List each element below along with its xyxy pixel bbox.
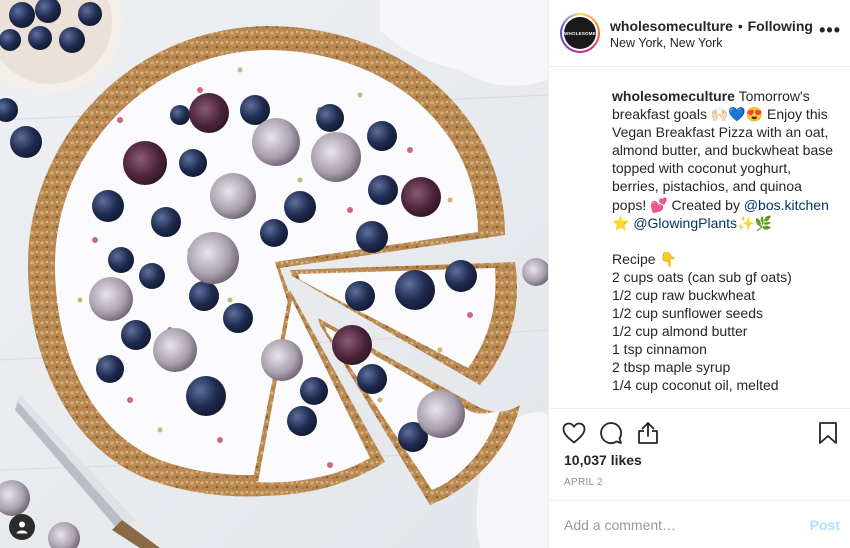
caption: wholesomeculture Tomorrow's breakfast go… xyxy=(612,87,840,395)
share-icon xyxy=(638,422,658,444)
bookmark-icon xyxy=(819,422,837,444)
more-options-button[interactable]: ••• xyxy=(819,21,841,39)
caption-text-2: ⭐ xyxy=(612,214,634,231)
caption-text: Tomorrow's breakfast goals 🙌🏻💙😍 Enjoy th… xyxy=(612,88,834,213)
recipe-line: 1/2 cup raw buckwheat xyxy=(612,286,756,303)
recipe-line: 1/2 cup almond butter xyxy=(612,323,748,340)
recipe-line: 2 cups oats (can sub gf oats) xyxy=(612,268,792,285)
caption-username[interactable]: wholesomeculture xyxy=(612,88,735,104)
recipe-line: 1 tsp cinnamon xyxy=(612,341,707,358)
post-comment-button[interactable]: Post xyxy=(810,517,840,533)
like-count[interactable]: 10,037 likes xyxy=(564,452,642,468)
person-icon xyxy=(16,521,28,534)
more-horizontal-icon: ••• xyxy=(819,20,841,40)
username-link[interactable]: wholesomeculture xyxy=(610,18,733,34)
post-header: WHOLESOME wholesomeculture • Following N… xyxy=(549,0,850,67)
user-tag-button[interactable] xyxy=(9,514,35,540)
comment-bubble-icon xyxy=(600,422,622,444)
save-button[interactable] xyxy=(815,420,841,446)
comment-input[interactable] xyxy=(564,515,784,535)
avatar-logo: WHOLESOME xyxy=(564,17,596,49)
mention-glowing-plants[interactable]: @GlowingPlants xyxy=(633,215,737,231)
post-side-panel: WHOLESOME wholesomeculture • Following N… xyxy=(548,0,850,548)
following-button[interactable]: Following xyxy=(748,18,813,34)
post-actions: 10,037 likes APRIL 2 Post xyxy=(549,408,850,548)
mention-bos-kitchen[interactable]: @bos.kitchen xyxy=(744,197,829,213)
like-button[interactable] xyxy=(561,420,587,446)
avatar[interactable]: WHOLESOME xyxy=(560,13,600,53)
comment-form: Post xyxy=(549,500,850,548)
comment-button[interactable] xyxy=(598,420,624,446)
post-date[interactable]: APRIL 2 xyxy=(564,477,603,488)
recipe-line: 1/4 cup coconut oil, melted xyxy=(612,377,779,394)
breakfast-pizza-image xyxy=(0,0,548,548)
recipe-title: Recipe 👇 xyxy=(612,250,677,267)
post-photo[interactable] xyxy=(0,0,548,548)
recipe-line: 2 tbsp maple syrup xyxy=(612,359,731,376)
heart-icon xyxy=(562,422,586,444)
recipe-line: 1/2 cup sunflower seeds xyxy=(612,305,763,322)
caption-text-3: ✨🌿 xyxy=(737,214,772,231)
location-link[interactable]: New York, New York xyxy=(610,36,723,50)
separator-dot: • xyxy=(737,18,743,34)
caption-scroll-area[interactable]: wholesomeculture Tomorrow's breakfast go… xyxy=(549,68,850,408)
share-button[interactable] xyxy=(635,420,661,446)
